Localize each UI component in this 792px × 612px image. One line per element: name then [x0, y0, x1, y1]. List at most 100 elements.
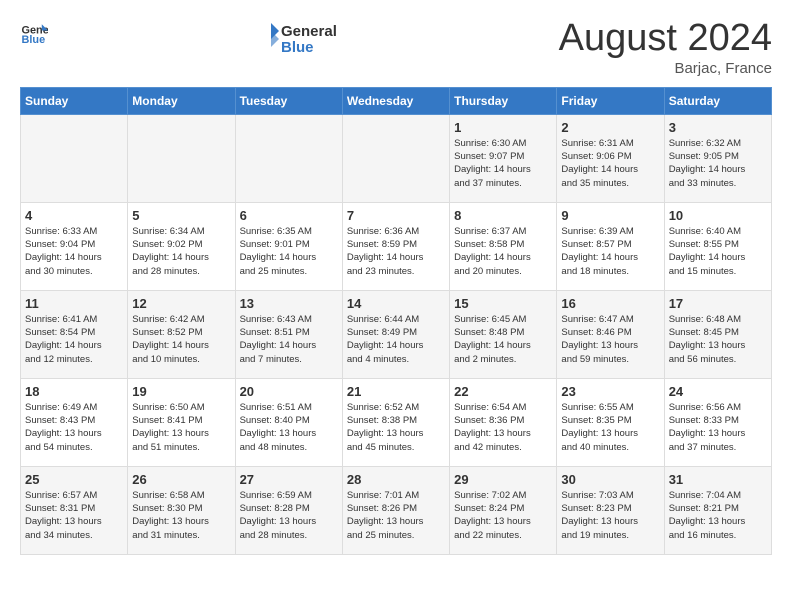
day-number: 16 — [561, 296, 659, 311]
calendar-cell: 10 Sunrise: 6:40 AM Sunset: 8:55 PM Dayli… — [664, 202, 771, 290]
day-info: Sunrise: 6:52 AM Sunset: 8:38 PM Dayligh… — [347, 401, 445, 454]
day-info: Sunrise: 6:57 AM Sunset: 8:31 PM Dayligh… — [25, 489, 123, 542]
day-number: 1 — [454, 120, 552, 135]
generalblue-logo-svg: General Blue — [253, 18, 353, 58]
calendar-cell: 24 Sunrise: 6:56 AM Sunset: 8:33 PM Dayli… — [664, 378, 771, 466]
calendar-cell: 15Sunrise: 6:45 AM Sunset: 8:48 PM Dayli… — [450, 290, 557, 378]
calendar-cell: 19Sunrise: 6:50 AM Sunset: 8:41 PM Dayli… — [128, 378, 235, 466]
calendar-cell — [21, 114, 128, 202]
day-info: Sunrise: 6:47 AM Sunset: 8:46 PM Dayligh… — [561, 313, 659, 366]
calendar-cell: 12 Sunrise: 6:42 AM Sunset: 8:52 PM Dayli… — [128, 290, 235, 378]
day-info: Sunrise: 6:43 AM Sunset: 8:51 PM Dayligh… — [240, 313, 338, 366]
calendar-cell: 2Sunrise: 6:31 AM Sunset: 9:06 PM Daylig… — [557, 114, 664, 202]
day-number: 19 — [132, 384, 230, 399]
day-number: 5 — [132, 208, 230, 223]
calendar-week-row: 25Sunrise: 6:57 AM Sunset: 8:31 PM Dayli… — [21, 466, 772, 554]
calendar-table: Sunday Monday Tuesday Wednesday Thursday… — [20, 87, 772, 555]
calendar-cell: 9 Sunrise: 6:39 AM Sunset: 8:57 PM Daylig… — [557, 202, 664, 290]
calendar-cell: 3Sunrise: 6:32 AM Sunset: 9:05 PM Daylig… — [664, 114, 771, 202]
day-number: 9 — [561, 208, 659, 223]
header-friday: Friday — [557, 87, 664, 114]
header-thursday: Thursday — [450, 87, 557, 114]
day-info: Sunrise: 6:35 AM Sunset: 9:01 PM Dayligh… — [240, 225, 338, 278]
day-number: 4 — [25, 208, 123, 223]
day-number: 17 — [669, 296, 767, 311]
calendar-cell: 7Sunrise: 6:36 AM Sunset: 8:59 PM Daylig… — [342, 202, 449, 290]
day-number: 28 — [347, 472, 445, 487]
day-number: 6 — [240, 208, 338, 223]
calendar-cell: 17 Sunrise: 6:48 AM Sunset: 8:45 PM Dayli… — [664, 290, 771, 378]
day-info: Sunrise: 6:41 AM Sunset: 8:54 PM Dayligh… — [25, 313, 123, 366]
calendar-cell: 8 Sunrise: 6:37 AM Sunset: 8:58 PM Daylig… — [450, 202, 557, 290]
day-number: 10 — [669, 208, 767, 223]
day-number: 18 — [25, 384, 123, 399]
svg-text:Blue: Blue — [281, 39, 314, 56]
svg-text:General: General — [281, 23, 337, 40]
calendar-cell: 16 Sunrise: 6:47 AM Sunset: 8:46 PM Dayli… — [557, 290, 664, 378]
location-subtitle: Barjac, France — [559, 60, 772, 77]
calendar-cell: 29Sunrise: 7:02 AM Sunset: 8:24 PM Dayli… — [450, 466, 557, 554]
header-tuesday: Tuesday — [235, 87, 342, 114]
day-number: 14 — [347, 296, 445, 311]
calendar-cell: 25Sunrise: 6:57 AM Sunset: 8:31 PM Dayli… — [21, 466, 128, 554]
day-number: 21 — [347, 384, 445, 399]
day-info: Sunrise: 6:51 AM Sunset: 8:40 PM Dayligh… — [240, 401, 338, 454]
day-number: 12 — [132, 296, 230, 311]
calendar-cell: 31Sunrise: 7:04 AM Sunset: 8:21 PM Dayli… — [664, 466, 771, 554]
calendar-cell: 5Sunrise: 6:34 AM Sunset: 9:02 PM Daylig… — [128, 202, 235, 290]
day-info: Sunrise: 6:55 AM Sunset: 8:35 PM Dayligh… — [561, 401, 659, 454]
day-number: 26 — [132, 472, 230, 487]
svg-text:Blue: Blue — [22, 34, 46, 46]
calendar-cell: 22 Sunrise: 6:54 AM Sunset: 8:36 PM Dayli… — [450, 378, 557, 466]
day-info: Sunrise: 6:37 AM Sunset: 8:58 PM Dayligh… — [454, 225, 552, 278]
calendar-week-row: 18Sunrise: 6:49 AM Sunset: 8:43 PM Dayli… — [21, 378, 772, 466]
day-number: 8 — [454, 208, 552, 223]
calendar-cell: 30 Sunrise: 7:03 AM Sunset: 8:23 PM Dayli… — [557, 466, 664, 554]
day-number: 20 — [240, 384, 338, 399]
day-info: Sunrise: 6:54 AM Sunset: 8:36 PM Dayligh… — [454, 401, 552, 454]
day-number: 30 — [561, 472, 659, 487]
day-number: 13 — [240, 296, 338, 311]
day-info: Sunrise: 6:31 AM Sunset: 9:06 PM Dayligh… — [561, 137, 659, 190]
page: General Blue General Blue August 2024 Ba… — [0, 0, 792, 565]
day-info: Sunrise: 6:42 AM Sunset: 8:52 PM Dayligh… — [132, 313, 230, 366]
calendar-cell: 6 Sunrise: 6:35 AM Sunset: 9:01 PM Daylig… — [235, 202, 342, 290]
day-info: Sunrise: 6:40 AM Sunset: 8:55 PM Dayligh… — [669, 225, 767, 278]
day-info: Sunrise: 7:03 AM Sunset: 8:23 PM Dayligh… — [561, 489, 659, 542]
day-info: Sunrise: 7:02 AM Sunset: 8:24 PM Dayligh… — [454, 489, 552, 542]
calendar-cell: 20 Sunrise: 6:51 AM Sunset: 8:40 PM Dayli… — [235, 378, 342, 466]
calendar-cell: 1Sunrise: 6:30 AM Sunset: 9:07 PM Daylig… — [450, 114, 557, 202]
day-number: 23 — [561, 384, 659, 399]
calendar-cell — [235, 114, 342, 202]
day-info: Sunrise: 6:48 AM Sunset: 8:45 PM Dayligh… — [669, 313, 767, 366]
header-monday: Monday — [128, 87, 235, 114]
day-info: Sunrise: 6:56 AM Sunset: 8:33 PM Dayligh… — [669, 401, 767, 454]
calendar-week-row: 11 Sunrise: 6:41 AM Sunset: 8:54 PM Dayli… — [21, 290, 772, 378]
calendar-cell — [128, 114, 235, 202]
calendar-week-row: 1Sunrise: 6:30 AM Sunset: 9:07 PM Daylig… — [21, 114, 772, 202]
day-number: 24 — [669, 384, 767, 399]
weekday-header-row: Sunday Monday Tuesday Wednesday Thursday… — [21, 87, 772, 114]
calendar-cell: 27Sunrise: 6:59 AM Sunset: 8:28 PM Dayli… — [235, 466, 342, 554]
day-number: 22 — [454, 384, 552, 399]
logo-combined: General Blue — [253, 18, 353, 58]
calendar-cell: 18Sunrise: 6:49 AM Sunset: 8:43 PM Dayli… — [21, 378, 128, 466]
day-number: 27 — [240, 472, 338, 487]
day-number: 31 — [669, 472, 767, 487]
day-number: 11 — [25, 296, 123, 311]
calendar-cell: 14 Sunrise: 6:44 AM Sunset: 8:49 PM Dayli… — [342, 290, 449, 378]
calendar-cell: 13 Sunrise: 6:43 AM Sunset: 8:51 PM Dayli… — [235, 290, 342, 378]
logo-icon: General Blue — [20, 18, 48, 46]
day-info: Sunrise: 7:01 AM Sunset: 8:26 PM Dayligh… — [347, 489, 445, 542]
calendar-cell: 26Sunrise: 6:58 AM Sunset: 8:30 PM Dayli… — [128, 466, 235, 554]
header-sunday: Sunday — [21, 87, 128, 114]
main-title: August 2024 — [559, 18, 772, 60]
day-info: Sunrise: 6:44 AM Sunset: 8:49 PM Dayligh… — [347, 313, 445, 366]
calendar-cell: 21 Sunrise: 6:52 AM Sunset: 8:38 PM Dayli… — [342, 378, 449, 466]
calendar-cell: 23 Sunrise: 6:55 AM Sunset: 8:35 PM Dayli… — [557, 378, 664, 466]
header-wednesday: Wednesday — [342, 87, 449, 114]
day-info: Sunrise: 6:36 AM Sunset: 8:59 PM Dayligh… — [347, 225, 445, 278]
title-block: August 2024 Barjac, France — [559, 18, 772, 77]
day-info: Sunrise: 6:32 AM Sunset: 9:05 PM Dayligh… — [669, 137, 767, 190]
day-info: Sunrise: 6:39 AM Sunset: 8:57 PM Dayligh… — [561, 225, 659, 278]
